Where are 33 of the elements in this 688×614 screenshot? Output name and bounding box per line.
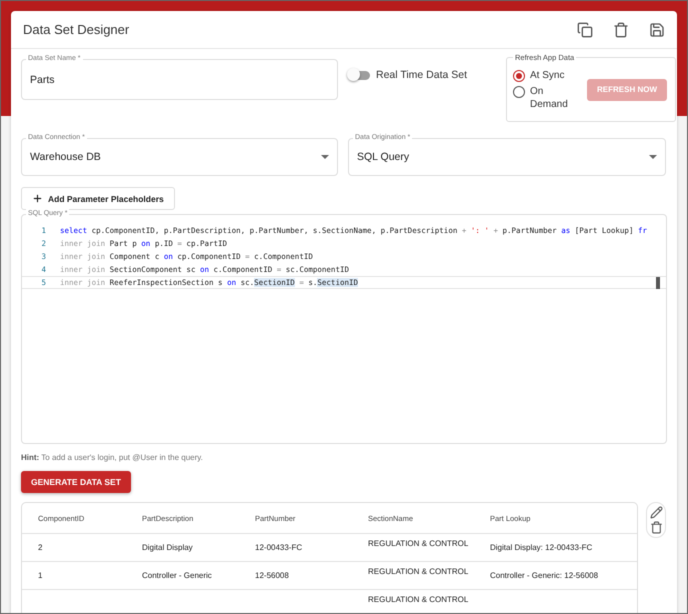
table-cell: REGULATION & CONTROL xyxy=(352,590,474,613)
field-value: Warehouse DB xyxy=(30,151,101,163)
edit-icon[interactable] xyxy=(650,506,662,519)
delete-icon[interactable] xyxy=(650,521,662,534)
table-cell: Controller - Generic xyxy=(126,562,239,590)
text-cursor xyxy=(656,276,660,288)
radio-button[interactable] xyxy=(513,70,525,82)
table-cell: REGULATION & CONTROL xyxy=(352,562,474,590)
table-cell: REGULATION & CONTROL xyxy=(352,534,474,562)
real-time-toggle[interactable] xyxy=(348,70,370,80)
table-cell: 2 xyxy=(22,534,126,562)
add-parameter-button[interactable]: Add Parameter Placeholders xyxy=(21,187,175,210)
copy-icon[interactable] xyxy=(577,22,593,38)
caret-icon xyxy=(649,155,657,159)
plus-icon xyxy=(32,193,43,204)
table-cell: 12-00433-FC xyxy=(239,534,352,562)
field-value: Parts xyxy=(30,74,55,86)
delete-icon[interactable] xyxy=(613,22,629,38)
table-cell: 12-56008 xyxy=(239,562,352,590)
radio-label: At Sync xyxy=(530,68,566,82)
toggle-label: Real Time Data Set xyxy=(376,69,468,81)
table-cell: 1 xyxy=(22,562,126,590)
table-cell: Controller - Generic: 12-56008 xyxy=(474,562,637,590)
hint-text: Hint: To add a user's login, put @User in the query. xyxy=(21,453,204,462)
window-title: Data Set Designer xyxy=(23,22,130,37)
table-cell: Digital Display: 12-00433-FC xyxy=(474,534,637,562)
table-cell: Digital Display xyxy=(126,534,239,562)
generate-data-set-button[interactable]: GENERATE DATA SET xyxy=(21,471,131,493)
caret-icon xyxy=(321,155,329,159)
field-value: SQL Query xyxy=(357,151,410,163)
radio-label: On Demand xyxy=(530,84,568,110)
save-icon[interactable] xyxy=(649,22,665,38)
radio-button[interactable] xyxy=(513,86,525,98)
